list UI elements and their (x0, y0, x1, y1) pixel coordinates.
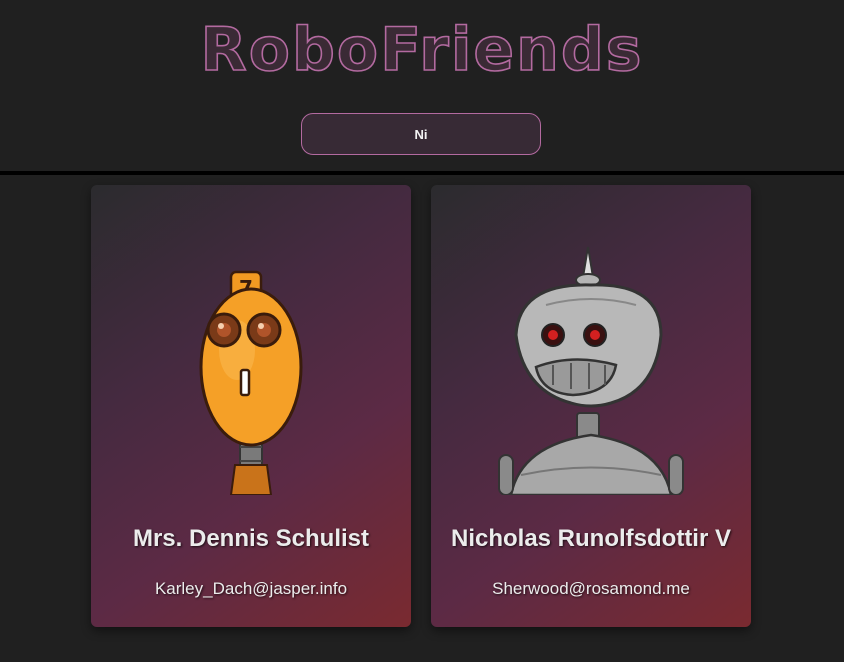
header: RoboFriends (0, 0, 844, 171)
robot-card[interactable]: 7 Mrs. Dennis Schulist Karley_Dach@jaspe… (91, 185, 411, 627)
header-divider (0, 171, 844, 175)
robot-avatar (498, 246, 684, 495)
robot-name: Nicholas Runolfsdottir V (450, 525, 731, 552)
robot-avatar: 7 (199, 270, 303, 495)
app-logo: RoboFriends (200, 14, 644, 80)
robot-email: Sherwood@rosamond.me (492, 579, 690, 598)
robot-email: Karley_Dach@jasper.info (154, 579, 348, 598)
app-title: RoboFriends (201, 15, 644, 80)
robot-name: Mrs. Dennis Schulist (132, 525, 370, 552)
robot-card[interactable]: Nicholas Runolfsdottir V Sherwood@rosamo… (431, 185, 751, 627)
search-input[interactable] (301, 113, 541, 155)
